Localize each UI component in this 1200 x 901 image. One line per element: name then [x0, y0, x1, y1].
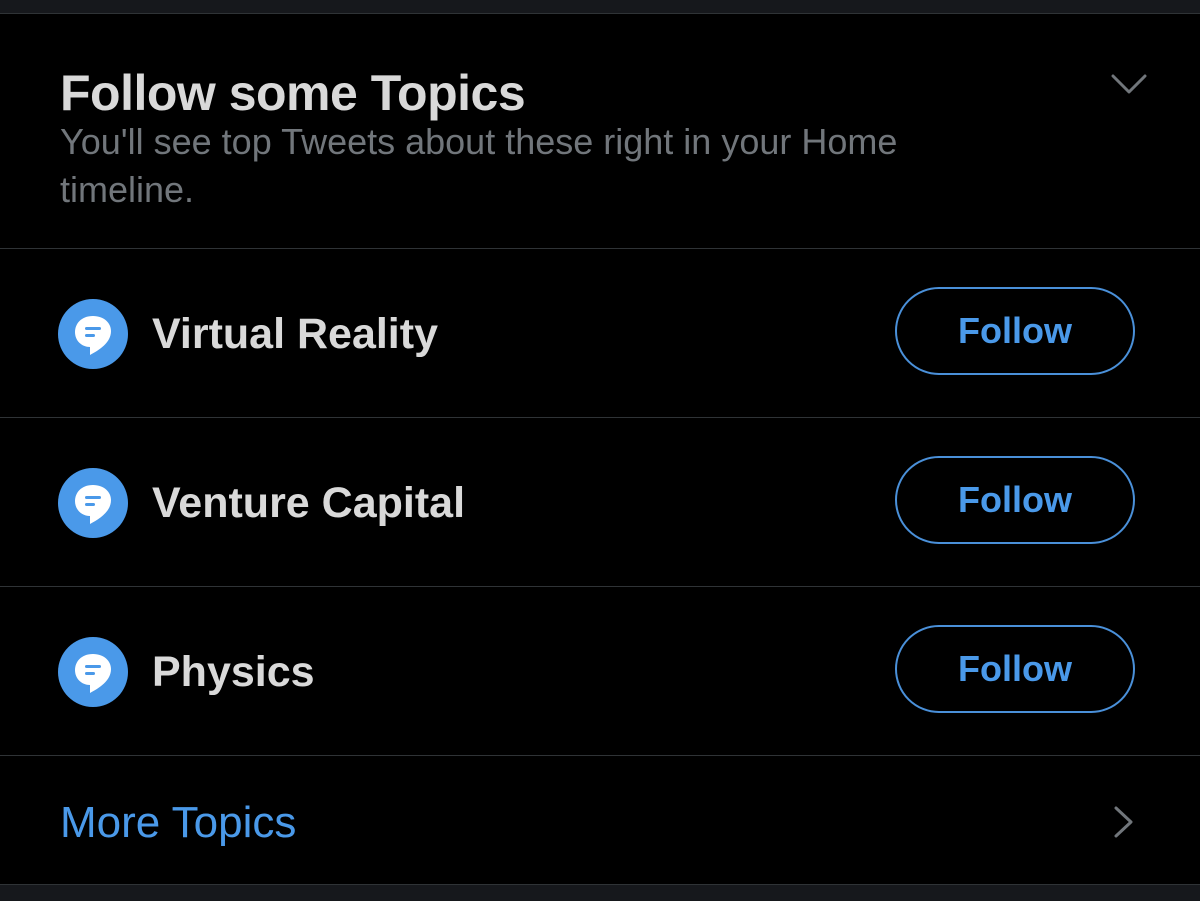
topic-label: Physics [152, 648, 315, 696]
more-topics-link[interactable]: More Topics [0, 757, 1200, 883]
follow-button[interactable]: Follow [895, 625, 1135, 713]
chevron-down-icon[interactable] [1110, 72, 1148, 96]
topic-label: Venture Capital [152, 479, 466, 527]
bottom-divider-strip [0, 884, 1200, 901]
topic-label: Virtual Reality [152, 310, 438, 358]
top-divider-strip [0, 0, 1200, 14]
follow-button[interactable]: Follow [895, 287, 1135, 375]
chevron-right-icon [1114, 806, 1133, 838]
page-subtitle: You'll see top Tweets about these right … [60, 121, 898, 210]
topics-header: Follow some Topics You'll see top Tweets… [0, 14, 1200, 249]
topic-bubble-icon [58, 637, 128, 707]
more-topics-label: More Topics [60, 798, 297, 847]
topic-row-venture-capital[interactable]: Venture Capital Follow [0, 418, 1200, 587]
topic-row-virtual-reality[interactable]: Virtual Reality Follow [0, 249, 1200, 418]
page-title: Follow some Topics [60, 65, 526, 121]
topic-bubble-icon [58, 468, 128, 538]
topic-row-physics[interactable]: Physics Follow [0, 587, 1200, 756]
follow-button[interactable]: Follow [895, 456, 1135, 544]
topic-bubble-icon [58, 299, 128, 369]
